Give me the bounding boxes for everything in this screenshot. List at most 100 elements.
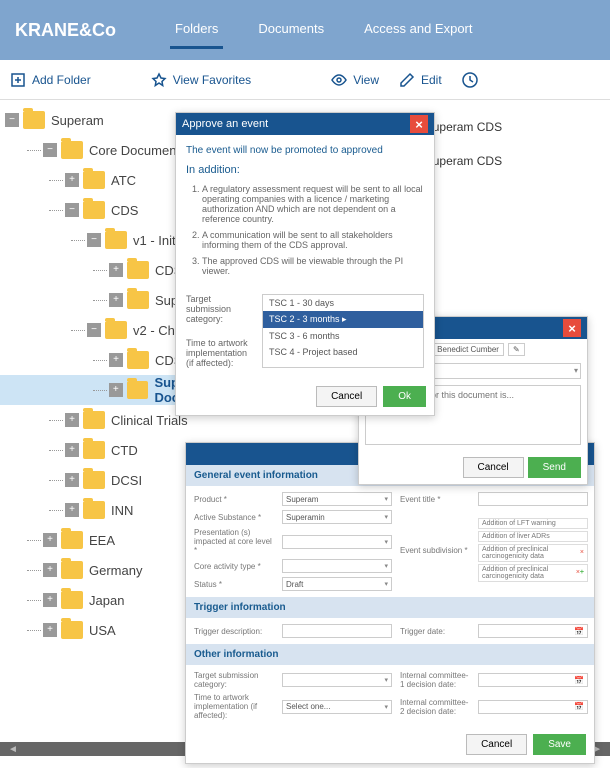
expand-icon[interactable]: + <box>65 413 79 427</box>
core-activity-select[interactable]: ▾ <box>282 559 392 573</box>
tab-folders[interactable]: Folders <box>170 11 223 49</box>
tree-label: ATC <box>111 173 136 188</box>
view-button[interactable]: View <box>331 72 379 88</box>
save-button[interactable]: Save <box>533 734 586 755</box>
product-select[interactable]: Superam▾ <box>282 492 392 506</box>
folder-icon <box>127 351 149 369</box>
view-favorites-button[interactable]: View Favorites <box>151 72 251 88</box>
addition-label: In addition: <box>186 164 424 176</box>
tree-label: EEA <box>89 533 115 548</box>
folder-icon <box>127 261 149 279</box>
star-icon <box>151 72 167 88</box>
close-icon[interactable]: × <box>410 115 428 133</box>
tab-access[interactable]: Access and Export <box>359 11 477 49</box>
tree-label: INN <box>111 503 133 518</box>
close-icon[interactable]: × <box>563 319 581 337</box>
subdivision-pill[interactable]: Addition of liver ADRs <box>478 531 588 542</box>
trigger-desc-input[interactable] <box>282 624 392 638</box>
eye-icon <box>331 72 347 88</box>
subdivision-list: Addition of LFT warning Addition of live… <box>478 518 588 584</box>
category-option[interactable]: TSC 1 - 30 days <box>263 295 423 311</box>
arrow-left-icon[interactable]: ◄ <box>8 744 18 755</box>
collapse-icon[interactable]: − <box>87 233 101 247</box>
remove-icon[interactable]: × <box>580 549 584 556</box>
expand-icon[interactable]: + <box>65 443 79 457</box>
event-form-dialog: × General event information Product * Su… <box>185 442 595 764</box>
edit-button[interactable]: Edit <box>399 72 442 88</box>
presentation-select[interactable]: ▾ <box>282 535 392 549</box>
approve-dialog: Approve an event × The event will now be… <box>175 112 435 416</box>
pencil-icon <box>399 72 415 88</box>
field-label: Target submission category: <box>194 671 274 689</box>
time-artwork-select[interactable]: Select one...▾ <box>282 700 392 714</box>
tree-label: Japan <box>89 593 124 608</box>
target-sub-select[interactable]: ▾ <box>282 673 392 687</box>
cancel-button[interactable]: Cancel <box>463 457 524 478</box>
folder-icon <box>105 321 127 339</box>
approve-list: A regulatory assessment request will be … <box>186 184 424 276</box>
cancel-button[interactable]: Cancel <box>316 386 377 407</box>
folder-icon <box>61 621 83 639</box>
expand-icon[interactable]: + <box>109 293 123 307</box>
folder-icon <box>127 291 149 309</box>
expand-icon[interactable]: + <box>109 263 123 277</box>
field-label: Event title * <box>400 495 470 504</box>
dialog-header: Approve an event × <box>176 113 434 135</box>
field-label: Core activity type * <box>194 562 274 571</box>
folder-icon <box>23 111 45 129</box>
tree-label: USA <box>89 623 116 638</box>
view-favorites-label: View Favorites <box>173 73 251 87</box>
category-option[interactable]: TSC 2 - 3 months ▸ <box>263 311 423 328</box>
field-label: Trigger date: <box>400 627 470 636</box>
category-label: Target submission category: <box>186 294 256 324</box>
dialog-title: Approve an event <box>182 118 268 130</box>
expand-icon[interactable]: + <box>65 473 79 487</box>
send-button[interactable]: Send <box>528 457 581 478</box>
subdivision-pill[interactable]: Addition of LFT warning <box>478 518 588 529</box>
collapse-icon[interactable]: − <box>87 323 101 337</box>
expand-icon[interactable]: + <box>65 173 79 187</box>
folder-icon <box>83 171 105 189</box>
clock-icon <box>462 72 478 88</box>
internal1-date[interactable]: 📅 <box>478 673 588 687</box>
clock-button[interactable] <box>462 72 478 88</box>
category-option[interactable]: TSC 3 - 6 months <box>263 328 423 344</box>
field-label: Internal committee-2 decision date: <box>400 698 470 716</box>
subdivision-pill[interactable]: Addition of preclinical carcinogenicity … <box>478 544 588 562</box>
expand-icon[interactable]: + <box>109 353 123 367</box>
field-label: Internal committee-1 decision date: <box>400 671 470 689</box>
tree-label: Germany <box>89 563 142 578</box>
internal2-date[interactable]: 📅 <box>478 700 588 714</box>
event-title-input[interactable] <box>478 492 588 506</box>
expand-icon[interactable]: + <box>65 503 79 517</box>
add-folder-button[interactable]: Add Folder <box>10 72 91 88</box>
ok-button[interactable]: Ok <box>383 386 426 407</box>
cancel-button[interactable]: Cancel <box>466 734 527 755</box>
folder-icon <box>61 591 83 609</box>
collapse-icon[interactable]: − <box>65 203 79 217</box>
plus-icon <box>10 72 26 88</box>
expand-icon[interactable]: + <box>43 563 57 577</box>
add-tag-button[interactable]: ✎ <box>508 343 525 356</box>
tree-label: Superam <box>51 113 104 128</box>
active-substance-select[interactable]: Superamin▾ <box>282 510 392 524</box>
add-icon[interactable]: + <box>580 569 584 576</box>
expand-icon[interactable]: + <box>43 533 57 547</box>
folder-icon <box>61 561 83 579</box>
category-option[interactable]: TSC 4 - Project based <box>263 344 423 360</box>
tag[interactable]: ×Benedict Cumber <box>425 343 503 356</box>
field-label: Event subdivision * <box>400 546 470 555</box>
tab-documents[interactable]: Documents <box>253 11 329 49</box>
expand-icon[interactable]: + <box>109 383 123 397</box>
subdivision-pill[interactable]: Addition of preclinical carcinogenicity … <box>478 564 588 582</box>
collapse-icon[interactable]: − <box>5 113 19 127</box>
add-folder-label: Add Folder <box>32 73 91 87</box>
expand-icon[interactable]: + <box>43 593 57 607</box>
collapse-icon[interactable]: − <box>43 143 57 157</box>
expand-icon[interactable]: + <box>43 623 57 637</box>
edit-label: Edit <box>421 73 442 87</box>
category-list: TSC 1 - 30 days TSC 2 - 3 months ▸ TSC 3… <box>262 294 424 368</box>
trigger-date-input[interactable]: 📅 <box>478 624 588 638</box>
status-select[interactable]: Draft▾ <box>282 577 392 591</box>
folder-icon <box>83 201 105 219</box>
